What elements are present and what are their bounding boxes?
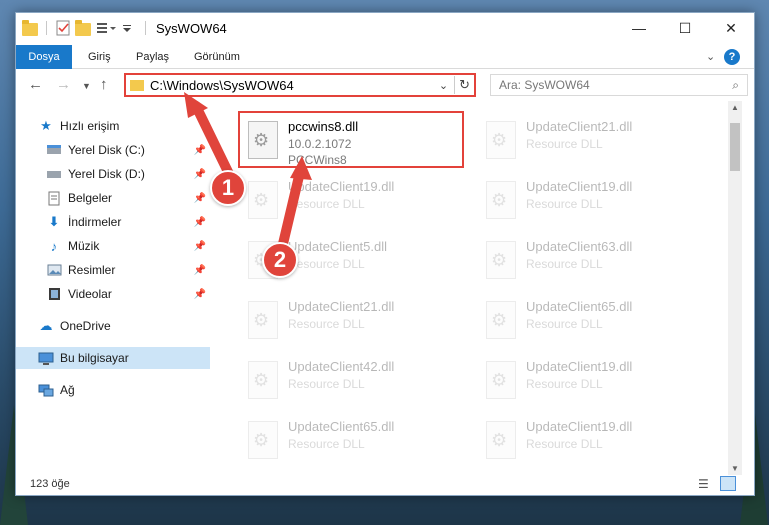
arrow-1 (184, 92, 237, 185)
callout-2: 2 (262, 242, 298, 278)
callout-1: 1 (210, 170, 246, 206)
annotation-arrows (184, 92, 312, 253)
arrow-2 (277, 156, 312, 253)
